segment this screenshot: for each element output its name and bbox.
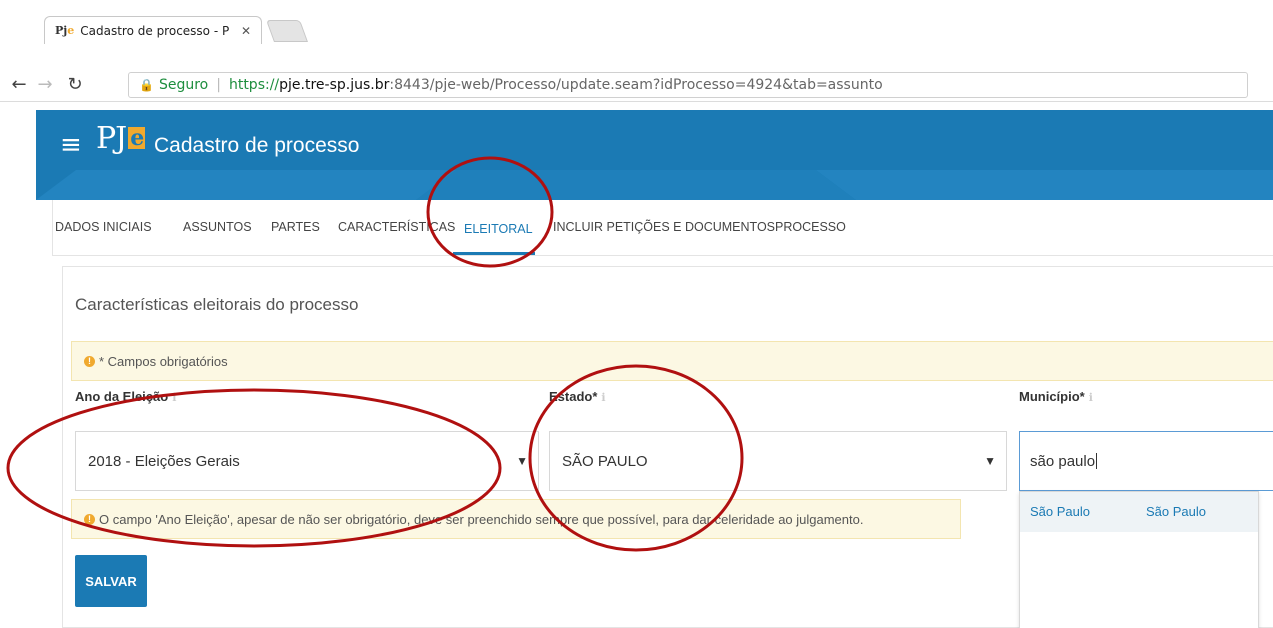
warning-icon: !: [84, 513, 95, 525]
autocomplete-option-municipio: São Paulo: [1030, 504, 1090, 519]
tab-incluir-peticoes[interactable]: INCLUIR PETIÇÕES E DOCUMENTOS: [553, 220, 775, 234]
url-host: pje.tre-sp.jus.br: [279, 77, 390, 93]
browser-tabstrip: Pje Cadastro de processo - P ✕: [0, 0, 1273, 64]
lock-icon: 🔒: [139, 78, 154, 92]
arrow-right-icon[interactable]: →: [32, 74, 58, 95]
pje-favicon-icon: Pje: [55, 24, 75, 37]
municipio-autocomplete: São Paulo São Paulo: [1019, 491, 1259, 628]
browser-tab[interactable]: Pje Cadastro de processo - P ✕: [44, 16, 262, 44]
close-icon[interactable]: ✕: [241, 24, 251, 38]
text-cursor: [1096, 453, 1098, 469]
ano-eleicao-label: Ano da Eleição ℹ: [75, 389, 177, 404]
url-field[interactable]: 🔒 Seguro | https:// pje.tre-sp.jus.br :8…: [128, 72, 1248, 98]
tab-dados-iniciais[interactable]: DADOS INICIAIS: [55, 220, 152, 234]
app-header: ≡ PJ e Cadastro de processo: [36, 110, 1273, 200]
new-tab-button[interactable]: [265, 20, 309, 42]
ano-eleicao-notice-text: O campo 'Ano Eleição', apesar de não ser…: [99, 511, 864, 527]
reload-icon[interactable]: ↻: [62, 74, 88, 95]
header-decoration: [36, 170, 1273, 200]
info-icon: ℹ: [172, 392, 177, 404]
process-tabs: DADOS INICIAIS ASSUNTOS PARTES CARACTERÍ…: [52, 200, 1273, 256]
main-panel: Características eleitorais do processo !…: [62, 266, 1273, 628]
required-notice-text: * Campos obrigatórios: [99, 353, 228, 369]
municipio-input[interactable]: são paulo: [1019, 431, 1273, 491]
url-separator: |: [216, 77, 221, 93]
required-fields-notice: ! * Campos obrigatórios: [71, 341, 1273, 381]
arrow-left-icon[interactable]: ←: [6, 74, 32, 95]
url-path: :8443/pje-web/Processo/update.seam?idPro…: [389, 77, 883, 93]
info-icon: ℹ: [601, 392, 606, 404]
section-title: Características eleitorais do processo: [75, 295, 359, 314]
tab-processo[interactable]: PROCESSO: [775, 220, 846, 234]
url-scheme: https://: [228, 77, 280, 93]
menu-icon[interactable]: ≡: [60, 132, 82, 158]
pje-logo[interactable]: PJ e: [96, 124, 146, 154]
chevron-down-icon: ▼: [984, 454, 996, 468]
ano-eleicao-notice: ! O campo 'Ano Eleição', apesar de não s…: [71, 499, 961, 539]
tab-partes[interactable]: PARTES: [271, 220, 320, 234]
estado-label: Estado* ℹ: [549, 389, 606, 404]
chevron-down-icon: ▼: [516, 454, 528, 468]
info-icon: ℹ: [1088, 392, 1093, 404]
save-button[interactable]: SALVAR: [75, 555, 147, 607]
tab-caracteristicas[interactable]: CARACTERÍSTICAS: [338, 220, 455, 234]
secure-label: Seguro: [158, 77, 209, 93]
browser-tab-title: Cadastro de processo - P: [80, 23, 230, 38]
tab-eleitoral[interactable]: ELEITORAL: [464, 222, 533, 236]
ano-eleicao-select[interactable]: 2018 - Eleições Gerais ▼: [75, 431, 539, 491]
autocomplete-option-estado: São Paulo: [1146, 504, 1206, 519]
page-title: Cadastro de processo: [154, 134, 360, 157]
address-bar: ← → ↻ 🔒 Seguro | https:// pje.tre-sp.jus…: [0, 68, 1273, 102]
municipio-value: são paulo: [1030, 452, 1096, 470]
estado-value: SÃO PAULO: [562, 452, 648, 470]
active-tab-indicator: [453, 252, 535, 255]
tab-assuntos[interactable]: ASSUNTOS: [183, 220, 252, 234]
municipio-label: Município* ℹ: [1019, 389, 1093, 404]
warning-icon: !: [84, 355, 95, 367]
ano-eleicao-value: 2018 - Eleições Gerais: [88, 452, 240, 470]
autocomplete-option[interactable]: São Paulo São Paulo: [1020, 492, 1258, 532]
estado-select[interactable]: SÃO PAULO ▼: [549, 431, 1007, 491]
